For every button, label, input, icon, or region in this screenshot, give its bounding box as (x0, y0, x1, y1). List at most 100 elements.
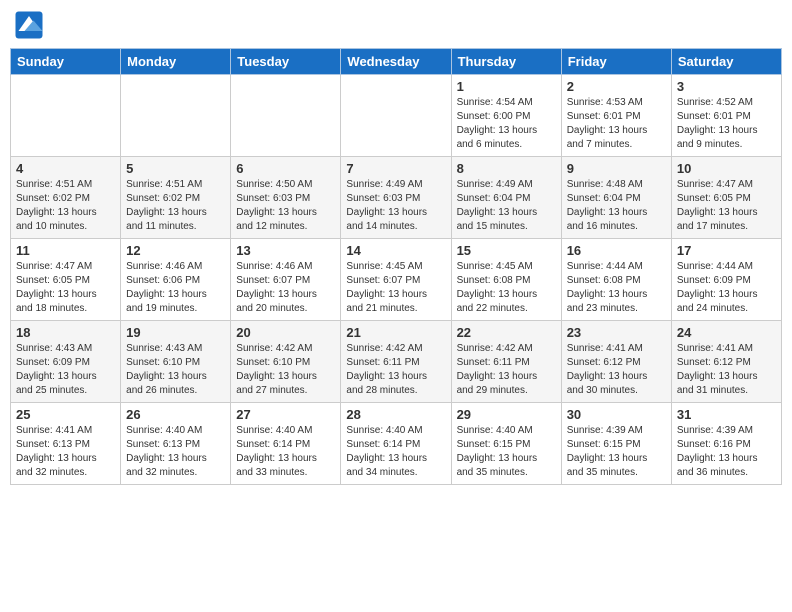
day-info: Sunrise: 4:51 AM Sunset: 6:02 PM Dayligh… (16, 178, 115, 234)
day-info: Sunrise: 4:39 AM Sunset: 6:15 PM Dayligh… (567, 424, 666, 480)
calendar-cell: 6 Sunrise: 4:50 AM Sunset: 6:03 PM Daylig… (231, 157, 341, 239)
day-info: Sunrise: 4:43 AM Sunset: 6:10 PM Dayligh… (126, 342, 225, 398)
day-number: 30 (567, 407, 666, 422)
day-info: Sunrise: 4:40 AM Sunset: 6:15 PM Dayligh… (457, 424, 556, 480)
day-header-monday: Monday (121, 49, 231, 75)
day-info: Sunrise: 4:47 AM Sunset: 6:05 PM Dayligh… (677, 178, 776, 234)
day-info: Sunrise: 4:40 AM Sunset: 6:14 PM Dayligh… (346, 424, 445, 480)
calendar-cell: 4 Sunrise: 4:51 AM Sunset: 6:02 PM Daylig… (11, 157, 121, 239)
day-info: Sunrise: 4:41 AM Sunset: 6:13 PM Dayligh… (16, 424, 115, 480)
day-header-sunday: Sunday (11, 49, 121, 75)
week-row-4: 18 Sunrise: 4:43 AM Sunset: 6:09 PM Dayli… (11, 321, 782, 403)
week-row-1: 1 Sunrise: 4:54 AM Sunset: 6:00 PM Daylig… (11, 75, 782, 157)
day-info: Sunrise: 4:49 AM Sunset: 6:04 PM Dayligh… (457, 178, 556, 234)
day-info: Sunrise: 4:41 AM Sunset: 6:12 PM Dayligh… (567, 342, 666, 398)
day-number: 26 (126, 407, 225, 422)
day-info: Sunrise: 4:51 AM Sunset: 6:02 PM Dayligh… (126, 178, 225, 234)
day-number: 5 (126, 161, 225, 176)
calendar-cell: 14Sunrise: 4:45 AM Sunset: 6:07 PM Dayli… (341, 239, 451, 321)
calendar-cell: 19 Sunrise: 4:43 AM Sunset: 6:10 PM Dayli… (121, 321, 231, 403)
day-number: 8 (457, 161, 556, 176)
calendar-cell: 7 Sunrise: 4:49 AM Sunset: 6:03 PM Daylig… (341, 157, 451, 239)
day-info: Sunrise: 4:42 AM Sunset: 6:11 PM Dayligh… (457, 342, 556, 398)
calendar-cell: 3 Sunrise: 4:52 AM Sunset: 6:01 PM Daylig… (671, 75, 781, 157)
day-number: 7 (346, 161, 445, 176)
calendar-cell: 5 Sunrise: 4:51 AM Sunset: 6:02 PM Daylig… (121, 157, 231, 239)
day-number: 23 (567, 325, 666, 340)
day-header-wednesday: Wednesday (341, 49, 451, 75)
day-number: 9 (567, 161, 666, 176)
week-row-3: 11Sunrise: 4:47 AM Sunset: 6:05 PM Dayli… (11, 239, 782, 321)
day-info: Sunrise: 4:53 AM Sunset: 6:01 PM Dayligh… (567, 96, 666, 152)
calendar-cell: 8 Sunrise: 4:49 AM Sunset: 6:04 PM Daylig… (451, 157, 561, 239)
day-number: 18 (16, 325, 115, 340)
day-number: 10 (677, 161, 776, 176)
calendar-header-row: SundayMondayTuesdayWednesdayThursdayFrid… (11, 49, 782, 75)
day-info: Sunrise: 4:39 AM Sunset: 6:16 PM Dayligh… (677, 424, 776, 480)
calendar-cell: 30 Sunrise: 4:39 AM Sunset: 6:15 PM Dayli… (561, 403, 671, 485)
day-number: 27 (236, 407, 335, 422)
day-number: 29 (457, 407, 556, 422)
logo (14, 10, 48, 40)
day-info: Sunrise: 4:47 AM Sunset: 6:05 PM Dayligh… (16, 260, 115, 316)
day-number: 3 (677, 79, 776, 94)
calendar-cell: 28 Sunrise: 4:40 AM Sunset: 6:14 PM Dayli… (341, 403, 451, 485)
calendar-cell: 22 Sunrise: 4:42 AM Sunset: 6:11 PM Dayli… (451, 321, 561, 403)
day-info: Sunrise: 4:40 AM Sunset: 6:14 PM Dayligh… (236, 424, 335, 480)
day-number: 17 (677, 243, 776, 258)
day-header-saturday: Saturday (671, 49, 781, 75)
day-header-thursday: Thursday (451, 49, 561, 75)
calendar-cell: 31 Sunrise: 4:39 AM Sunset: 6:16 PM Dayli… (671, 403, 781, 485)
day-info: Sunrise: 4:52 AM Sunset: 6:01 PM Dayligh… (677, 96, 776, 152)
calendar-cell: 29 Sunrise: 4:40 AM Sunset: 6:15 PM Dayli… (451, 403, 561, 485)
day-number: 15 (457, 243, 556, 258)
day-info: Sunrise: 4:43 AM Sunset: 6:09 PM Dayligh… (16, 342, 115, 398)
day-number: 2 (567, 79, 666, 94)
day-number: 16 (567, 243, 666, 258)
day-info: Sunrise: 4:45 AM Sunset: 6:07 PM Dayligh… (346, 260, 445, 316)
day-info: Sunrise: 4:50 AM Sunset: 6:03 PM Dayligh… (236, 178, 335, 234)
calendar-cell (341, 75, 451, 157)
day-info: Sunrise: 4:45 AM Sunset: 6:08 PM Dayligh… (457, 260, 556, 316)
calendar-cell: 27 Sunrise: 4:40 AM Sunset: 6:14 PM Dayli… (231, 403, 341, 485)
calendar-cell: 24 Sunrise: 4:41 AM Sunset: 6:12 PM Dayli… (671, 321, 781, 403)
calendar-cell: 1 Sunrise: 4:54 AM Sunset: 6:00 PM Daylig… (451, 75, 561, 157)
day-header-tuesday: Tuesday (231, 49, 341, 75)
day-info: Sunrise: 4:40 AM Sunset: 6:13 PM Dayligh… (126, 424, 225, 480)
calendar-cell: 26 Sunrise: 4:40 AM Sunset: 6:13 PM Dayli… (121, 403, 231, 485)
day-number: 19 (126, 325, 225, 340)
day-info: Sunrise: 4:54 AM Sunset: 6:00 PM Dayligh… (457, 96, 556, 152)
day-number: 4 (16, 161, 115, 176)
day-number: 24 (677, 325, 776, 340)
calendar-table: SundayMondayTuesdayWednesdayThursdayFrid… (10, 48, 782, 485)
day-number: 20 (236, 325, 335, 340)
calendar-cell: 15 Sunrise: 4:45 AM Sunset: 6:08 PM Dayli… (451, 239, 561, 321)
calendar-cell: 11Sunrise: 4:47 AM Sunset: 6:05 PM Dayli… (11, 239, 121, 321)
calendar-cell (11, 75, 121, 157)
day-info: Sunrise: 4:42 AM Sunset: 6:11 PM Dayligh… (346, 342, 445, 398)
day-info: Sunrise: 4:46 AM Sunset: 6:06 PM Dayligh… (126, 260, 225, 316)
calendar-cell: 10 Sunrise: 4:47 AM Sunset: 6:05 PM Dayli… (671, 157, 781, 239)
day-number: 21 (346, 325, 445, 340)
day-number: 22 (457, 325, 556, 340)
day-info: Sunrise: 4:48 AM Sunset: 6:04 PM Dayligh… (567, 178, 666, 234)
calendar-cell: 25Sunrise: 4:41 AM Sunset: 6:13 PM Dayli… (11, 403, 121, 485)
day-info: Sunrise: 4:41 AM Sunset: 6:12 PM Dayligh… (677, 342, 776, 398)
day-info: Sunrise: 4:42 AM Sunset: 6:10 PM Dayligh… (236, 342, 335, 398)
calendar-cell: 2 Sunrise: 4:53 AM Sunset: 6:01 PM Daylig… (561, 75, 671, 157)
calendar-cell: 16 Sunrise: 4:44 AM Sunset: 6:08 PM Dayli… (561, 239, 671, 321)
calendar-cell: 20 Sunrise: 4:42 AM Sunset: 6:10 PM Dayli… (231, 321, 341, 403)
calendar-cell: 12Sunrise: 4:46 AM Sunset: 6:06 PM Dayli… (121, 239, 231, 321)
day-info: Sunrise: 4:49 AM Sunset: 6:03 PM Dayligh… (346, 178, 445, 234)
day-header-friday: Friday (561, 49, 671, 75)
logo-icon (14, 10, 44, 40)
day-number: 6 (236, 161, 335, 176)
day-number: 31 (677, 407, 776, 422)
week-row-5: 25Sunrise: 4:41 AM Sunset: 6:13 PM Dayli… (11, 403, 782, 485)
day-info: Sunrise: 4:44 AM Sunset: 6:09 PM Dayligh… (677, 260, 776, 316)
day-number: 28 (346, 407, 445, 422)
calendar-cell: 18 Sunrise: 4:43 AM Sunset: 6:09 PM Dayli… (11, 321, 121, 403)
day-info: Sunrise: 4:44 AM Sunset: 6:08 PM Dayligh… (567, 260, 666, 316)
day-number: 1 (457, 79, 556, 94)
calendar-cell: 13Sunrise: 4:46 AM Sunset: 6:07 PM Dayli… (231, 239, 341, 321)
